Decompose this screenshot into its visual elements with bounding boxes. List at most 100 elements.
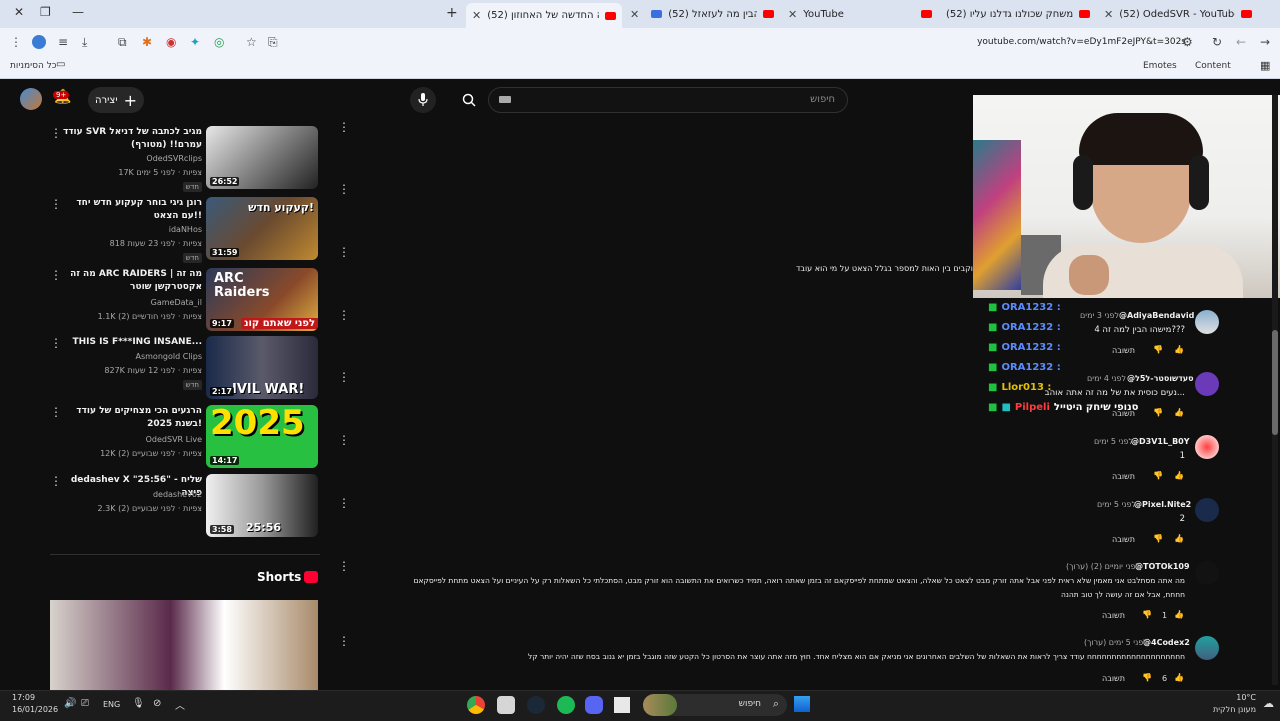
more-options-icon[interactable]: ⋮ [338, 433, 350, 447]
create-button[interactable]: יצירה + [88, 87, 144, 113]
reply-button[interactable]: תשובה [1112, 535, 1135, 544]
video-thumbnail[interactable]: ARC Raiders לפני שאתם קונ 9:17 [206, 268, 318, 331]
tab-1[interactable]: ✕ (52) OdedSVR - YouTube [1098, 4, 1258, 24]
comment-author[interactable]: @Pixel.Nite2 [1134, 500, 1191, 509]
more-options-icon[interactable]: ⋮ [50, 268, 62, 282]
more-options-icon[interactable]: ⋮ [50, 197, 62, 211]
tab-2[interactable]: (52) זה המשחק שכולנו גדלנו עליו [940, 4, 1096, 24]
comment-author[interactable]: @AdiyaBendavid [1119, 311, 1194, 320]
more-options-icon[interactable]: ⋮ [50, 336, 62, 350]
network-icon[interactable]: ⎚ [81, 698, 89, 709]
related-video-item[interactable]: ⋮ ARC Raiders לפני שאתם קונ 9:17 מה זה AR… [50, 268, 320, 334]
dislike-icon[interactable]: 👎 [1153, 345, 1163, 354]
more-options-icon[interactable]: ⋮ [50, 126, 62, 140]
site-settings-icon[interactable]: ⚙ [1182, 35, 1193, 49]
more-options-icon[interactable]: ⋮ [338, 308, 350, 322]
shorts-thumbnail[interactable] [50, 600, 318, 690]
related-video-item[interactable]: ⋮ 2025 14:17 הרגעים הכי מצחיקים של עודד … [50, 405, 320, 471]
minimize-window-icon[interactable]: — [72, 5, 84, 19]
extension-green-icon[interactable]: ◎ [214, 35, 224, 49]
all-bookmarks-link[interactable]: כל הסימניות [10, 61, 57, 71]
tab-3[interactable]: ✕ YouTube [782, 4, 938, 24]
restore-window-icon[interactable]: ❐ [40, 5, 51, 19]
video-channel[interactable]: idaNHos [169, 225, 202, 234]
spotify-app-icon[interactable] [557, 696, 575, 714]
extension-orange-icon[interactable]: ✱ [142, 35, 152, 49]
like-icon[interactable]: 👍 [1174, 673, 1184, 682]
video-title[interactable]: THIS IS F***ING INSANE... [62, 336, 202, 349]
like-icon[interactable]: 👍 [1174, 408, 1184, 417]
reply-button[interactable]: תשובה [1112, 346, 1135, 355]
commenter-avatar[interactable] [1195, 498, 1219, 522]
comment-author[interactable]: @4Codex2 [1143, 638, 1190, 647]
language-indicator[interactable]: ENG [103, 700, 120, 709]
volume-icon[interactable]: 🔊 [64, 698, 76, 709]
clock-time[interactable]: 17:09 [12, 693, 35, 702]
video-thumbnail[interactable]: IVIL WAR! 2:17 [206, 336, 318, 399]
video-title[interactable]: הרגעים הכי מצחיקים של עודד בשנת 2025! [62, 405, 202, 431]
related-video-item[interactable]: ⋮ קעקוע חדש! 31:59 רונן גיגי בוחר קעקוע … [50, 197, 320, 263]
close-tab-icon[interactable]: ✕ [630, 8, 639, 21]
menu-dots-icon[interactable]: ⋮ [10, 35, 22, 49]
weather-temperature[interactable]: 10°C [1236, 693, 1256, 702]
more-options-icon[interactable]: ⋮ [338, 559, 350, 573]
extensions-icon[interactable]: ⧉ [118, 35, 127, 49]
back-icon[interactable]: → [1260, 35, 1270, 49]
reload-icon[interactable]: ↻ [1212, 35, 1222, 49]
video-thumbnail[interactable]: קעקוע חדש! 31:59 [206, 197, 318, 260]
like-icon[interactable]: 👍 [1174, 345, 1184, 354]
profile-icon[interactable] [32, 35, 46, 49]
more-options-icon[interactable]: ⋮ [338, 370, 350, 384]
chrome-app-icon[interactable] [467, 696, 485, 714]
download-icon[interactable]: ⤓ [82, 35, 87, 49]
voice-search-button[interactable] [410, 87, 436, 113]
close-tab-icon[interactable]: ✕ [788, 8, 797, 21]
paint-app-icon[interactable] [497, 696, 515, 714]
reply-button[interactable]: תשובה [1112, 472, 1135, 481]
microphone-icon[interactable]: 🎙 [132, 698, 145, 709]
reply-button[interactable]: תשובה [1102, 611, 1125, 620]
close-window-icon[interactable]: ✕ [14, 5, 24, 19]
clock-date[interactable]: 16/01/2026 [12, 705, 58, 714]
bookmark-emotes[interactable]: Emotes [1143, 61, 1177, 71]
search-input[interactable]: חיפוש [488, 87, 848, 113]
more-options-icon[interactable]: ⋮ [50, 405, 62, 419]
discord-app-icon[interactable] [585, 696, 603, 714]
more-options-icon[interactable]: ⋮ [338, 496, 350, 510]
video-title[interactable]: רונן גיגי בוחר קעקוע חדש יחד עם הצאט!! [62, 197, 202, 223]
like-icon[interactable]: 👍 [1174, 610, 1184, 619]
more-options-icon[interactable]: ⋮ [338, 182, 350, 196]
commenter-avatar[interactable] [1195, 310, 1219, 334]
like-icon[interactable]: 👍 [1174, 471, 1184, 480]
weather-description[interactable]: מעונן חלקית [1213, 705, 1256, 714]
reading-list-icon[interactable]: ≡ [58, 35, 68, 49]
dislike-icon[interactable]: 👎 [1153, 408, 1163, 417]
muted-icon[interactable]: ⊘ [153, 698, 161, 709]
bookmark-content[interactable]: Content [1195, 61, 1231, 71]
video-thumbnail[interactable]: 25:56 3:58 [206, 474, 318, 537]
keyboard-icon[interactable] [499, 96, 511, 103]
reply-button[interactable]: תשובה [1102, 674, 1125, 683]
dislike-icon[interactable]: 👎 [1153, 471, 1163, 480]
tab-4[interactable]: ✕ (52) מנסים להבין מה לעזאזל [624, 4, 780, 24]
more-options-icon[interactable]: ⋮ [338, 120, 350, 134]
commenter-avatar[interactable] [1195, 636, 1219, 660]
comment-author[interactable]: @TOTOk109 [1135, 562, 1190, 571]
commenter-avatar[interactable] [1195, 372, 1219, 396]
dislike-icon[interactable]: 👎 [1153, 534, 1163, 543]
account-avatar[interactable] [20, 88, 42, 110]
video-thumbnail[interactable]: 2025 14:17 [206, 405, 318, 468]
steam-app-icon[interactable] [527, 696, 545, 714]
comment-author[interactable]: @D3V1L_B0Y [1131, 437, 1190, 446]
more-options-icon[interactable]: ⋮ [50, 474, 62, 488]
commenter-avatar[interactable] [1195, 435, 1219, 459]
related-video-item[interactable]: ⋮ IVIL WAR! 2:17 THIS IS F***ING INSANE.… [50, 336, 320, 402]
url-field[interactable]: youtube.com/watch?v=eDy1mF2eJPY&t=302s [977, 37, 1186, 47]
commenter-avatar[interactable] [1195, 561, 1219, 585]
video-thumbnail[interactable]: 26:52 [206, 126, 318, 189]
related-video-item[interactable]: ⋮ 26:52 עודד SVR מגיב לכתבה של דניאל עמר… [50, 126, 320, 192]
like-icon[interactable]: 👍 [1174, 534, 1184, 543]
page-scrollbar-thumb[interactable] [1272, 330, 1278, 435]
forward-icon[interactable]: ← [1236, 35, 1246, 49]
video-channel[interactable]: OdedSVRclips [146, 154, 202, 163]
